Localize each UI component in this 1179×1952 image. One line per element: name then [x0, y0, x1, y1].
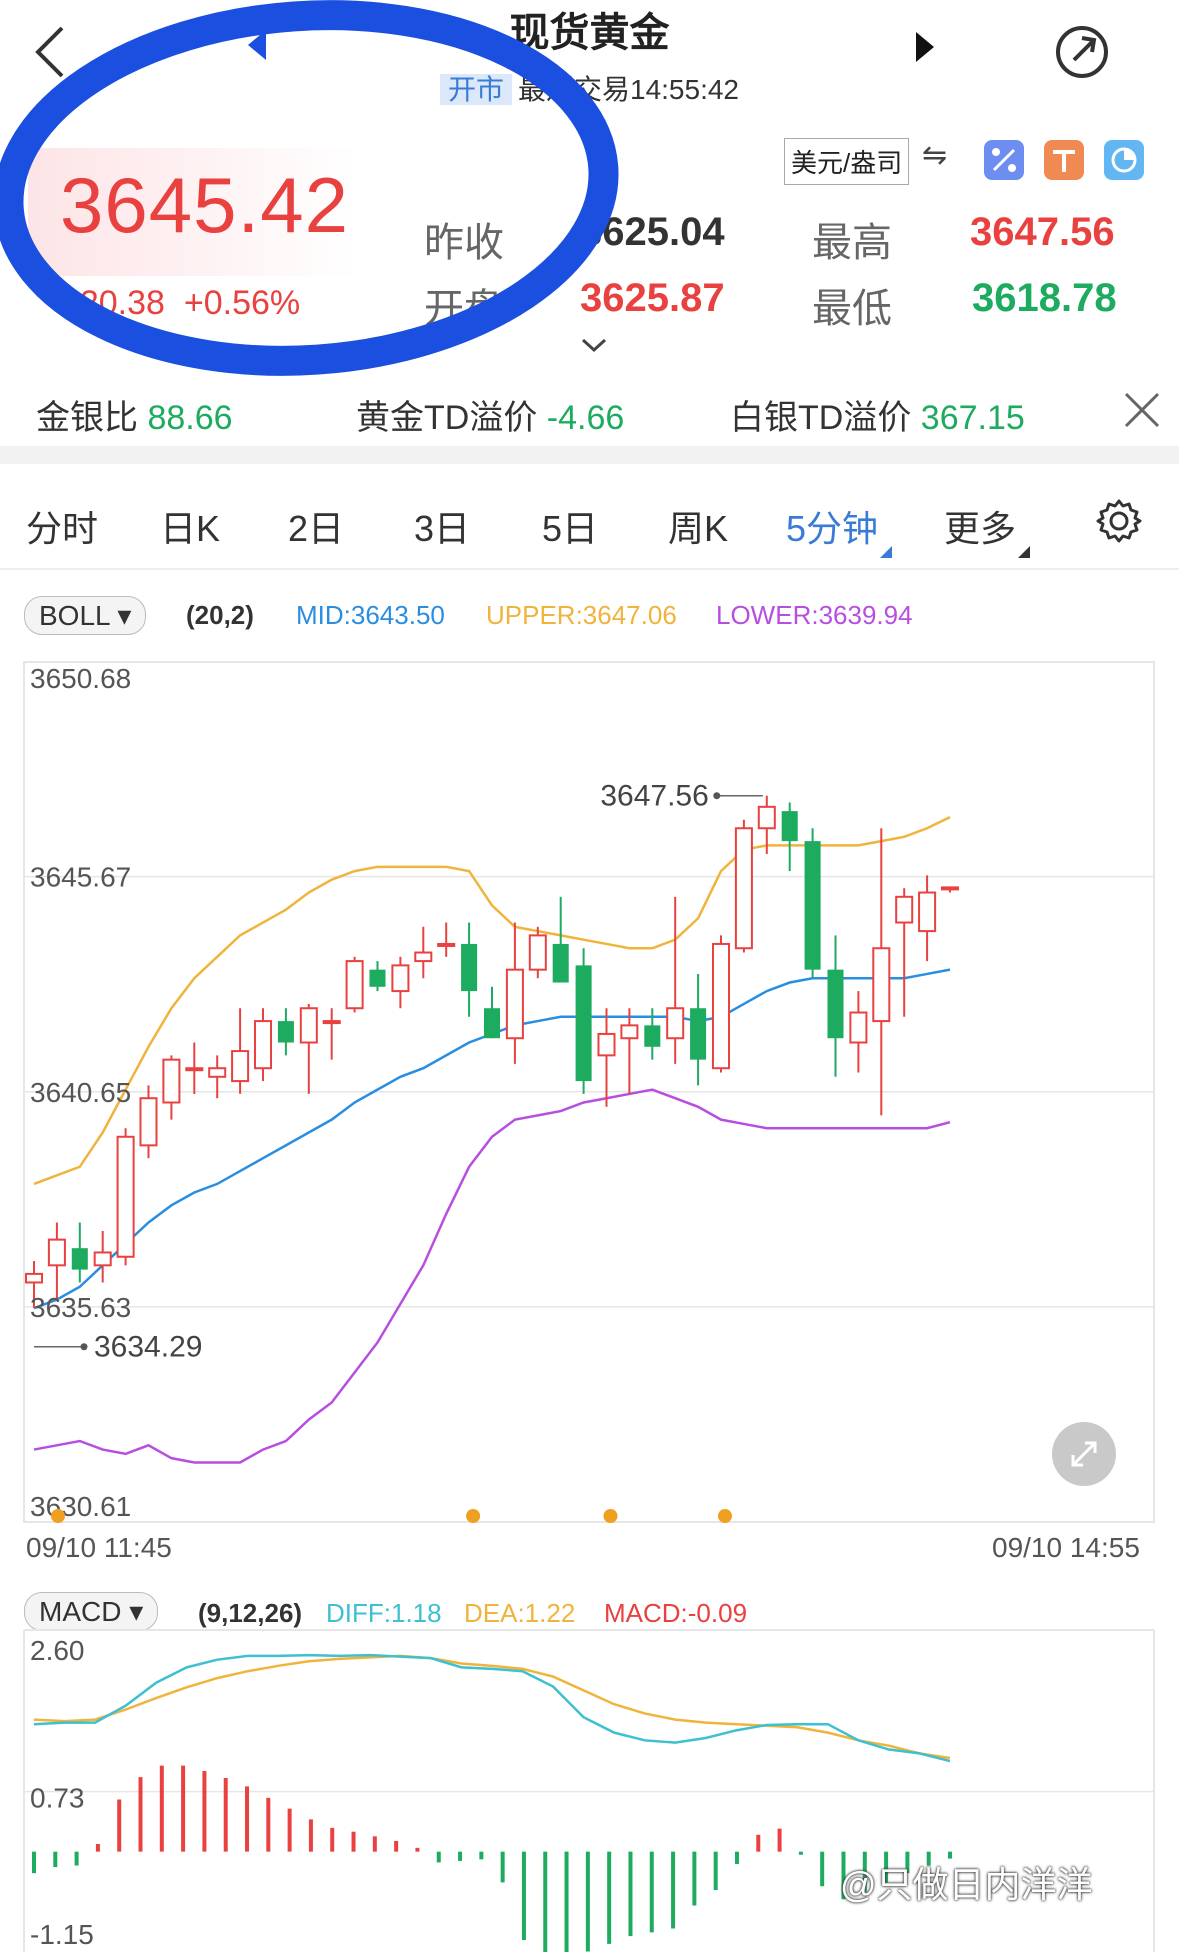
candle-body: [391, 964, 410, 993]
candle-body: [734, 827, 753, 950]
candle-body: [804, 841, 821, 970]
watermark: @只做日内洋洋: [840, 1864, 1093, 1905]
candle-body: [483, 1008, 501, 1039]
candle-body: [369, 969, 386, 987]
candle-body: [781, 811, 798, 842]
candle-body: [93, 1251, 112, 1267]
event-dot: [51, 1509, 65, 1523]
candle-body: [24, 1272, 44, 1284]
macd-y-tick-label: 2.60: [30, 1635, 85, 1666]
candle-body: [437, 942, 456, 947]
candle-body: [71, 1248, 88, 1270]
candle-body: [666, 1007, 685, 1040]
macd-y-tick-label: -1.15: [30, 1919, 94, 1950]
candle-body: [849, 1011, 868, 1044]
y-tick-label: 3645.67: [30, 862, 131, 893]
fullscreen-expand-icon[interactable]: [1052, 1422, 1116, 1486]
candle-body: [47, 1238, 66, 1267]
candle-body: [644, 1025, 661, 1047]
y-tick-label: 3650.68: [30, 663, 131, 694]
y-tick-label: 3630.61: [30, 1491, 131, 1522]
max-marker-dot: [713, 792, 721, 800]
candle-body: [895, 895, 914, 924]
boll-lower-line: [33, 1088, 951, 1464]
min-price-label: 3634.29: [94, 1331, 202, 1364]
candle-body: [505, 968, 524, 1040]
candle-body: [940, 886, 960, 891]
time-end: 09/10 14:55: [992, 1532, 1140, 1563]
y-tick-label: 3640.65: [30, 1077, 131, 1108]
event-dot: [718, 1509, 732, 1523]
candle-body: [528, 934, 547, 971]
event-dot: [603, 1509, 618, 1523]
candle-body: [827, 969, 844, 1039]
candle-body: [575, 965, 592, 1082]
candle-body: [208, 1067, 227, 1078]
min-marker-dot: [80, 1343, 88, 1351]
candle-body: [597, 1032, 616, 1057]
max-price-label: 3647.56: [600, 780, 708, 813]
candle-body: [185, 1067, 204, 1072]
time-start: 09/10 11:45: [26, 1532, 172, 1563]
macd-dea-line: [33, 1654, 951, 1760]
candle-body: [872, 947, 891, 1023]
candle-body: [552, 943, 569, 983]
candle-body: [162, 1058, 181, 1104]
candle-body: [253, 1020, 273, 1070]
y-tick-label: 3635.63: [30, 1292, 131, 1323]
macd-diff-line: [33, 1653, 951, 1763]
candle-body: [116, 1135, 135, 1258]
candle-body: [918, 891, 937, 933]
candle-body: [277, 1021, 294, 1043]
candle-body: [345, 960, 364, 1010]
candle-body: [414, 951, 433, 963]
event-dot: [466, 1509, 481, 1523]
candle-body: [231, 1050, 250, 1083]
macd-y-tick-label: 0.73: [30, 1783, 85, 1814]
candle-body: [711, 942, 731, 1070]
candle-body: [757, 805, 776, 830]
candle-body: [461, 943, 478, 992]
kline-chart[interactable]: 3650.68 3645.67 3640.65 3635.63 3630.61 3647.…: [0, 0, 1179, 1952]
candle-body: [299, 1007, 318, 1044]
candle-body: [322, 1020, 341, 1025]
candle-body: [690, 1008, 707, 1060]
candle-body: [139, 1097, 158, 1147]
candle-body: [620, 1024, 639, 1040]
